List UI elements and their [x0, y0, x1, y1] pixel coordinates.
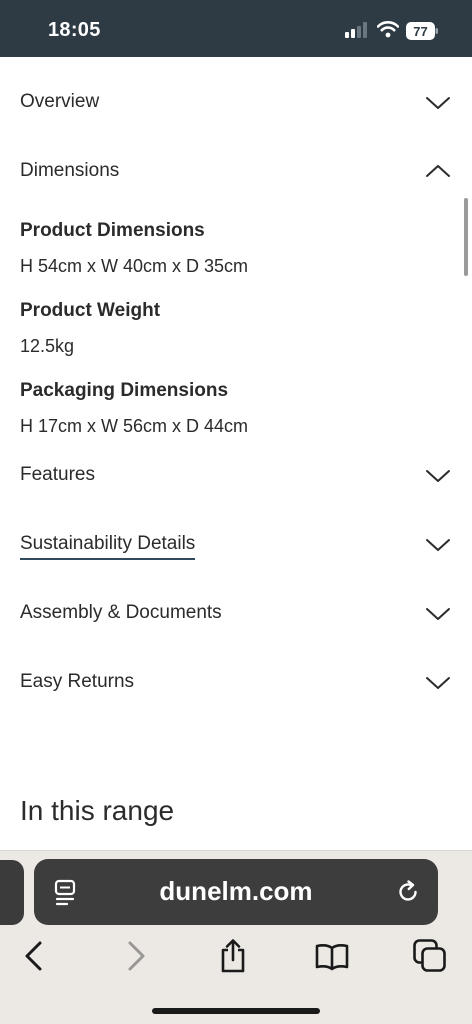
- reload-icon[interactable]: [396, 880, 420, 904]
- product-weight-value: 12.5kg: [20, 336, 75, 356]
- url-text: dunelm.com: [159, 876, 313, 906]
- range-section-title: In this range: [20, 795, 175, 826]
- chevron-down-icon: [426, 470, 450, 482]
- bookmarks-icon[interactable]: [314, 938, 350, 974]
- packaging-dimensions-value: H 17cm x W 56cm x D 44cm: [20, 416, 249, 436]
- accordion-dimensions-title: Dimensions: [20, 160, 120, 181]
- chevron-down-icon: [426, 677, 450, 689]
- status-time: 18:05: [48, 19, 101, 41]
- accordion-sustainability-title: Sustainability Details: [20, 533, 196, 560]
- accordion-returns[interactable]: Easy Returns: [0, 662, 472, 702]
- accordion-overview[interactable]: Overview: [0, 82, 472, 122]
- chevron-down-icon: [426, 539, 450, 551]
- forward-icon[interactable]: [118, 938, 154, 974]
- accordion-assembly-title: Assembly & Documents: [20, 602, 222, 623]
- home-indicator[interactable]: [152, 1008, 320, 1014]
- accordion-sustainability[interactable]: Sustainability Details: [0, 524, 472, 564]
- accordion-overview-title: Overview: [20, 91, 100, 112]
- packaging-dimensions-label: Packaging Dimensions: [20, 380, 229, 401]
- chevron-down-icon: [426, 608, 450, 620]
- accordion-assembly[interactable]: Assembly & Documents: [0, 593, 472, 633]
- accordion-returns-title: Easy Returns: [20, 671, 135, 692]
- battery-level: 77: [413, 24, 427, 39]
- cellular-signal-icon: [345, 22, 371, 38]
- product-dimensions-label: Product Dimensions: [20, 220, 205, 241]
- chevron-up-icon: [426, 165, 450, 177]
- page-content: Overview Dimensions Product Dimensions H…: [0, 57, 472, 850]
- share-icon[interactable]: [215, 938, 251, 974]
- back-icon[interactable]: [16, 938, 52, 974]
- previous-tab-preview[interactable]: [0, 860, 24, 925]
- address-bar[interactable]: dunelm.com: [34, 859, 438, 925]
- product-weight-label: Product Weight: [20, 300, 161, 321]
- wifi-icon: [377, 21, 399, 38]
- accordion-dimensions[interactable]: Dimensions: [0, 151, 472, 191]
- accordion-features[interactable]: Features: [0, 455, 472, 495]
- chevron-down-icon: [426, 97, 450, 109]
- product-dimensions-value: H 54cm x W 40cm x D 35cm: [20, 256, 249, 276]
- battery-icon: 77: [406, 22, 438, 40]
- scrollbar[interactable]: [464, 198, 468, 276]
- accordion-features-title: Features: [20, 464, 95, 485]
- status-bar: 18:05 77: [0, 0, 472, 57]
- tabs-icon[interactable]: [412, 938, 448, 974]
